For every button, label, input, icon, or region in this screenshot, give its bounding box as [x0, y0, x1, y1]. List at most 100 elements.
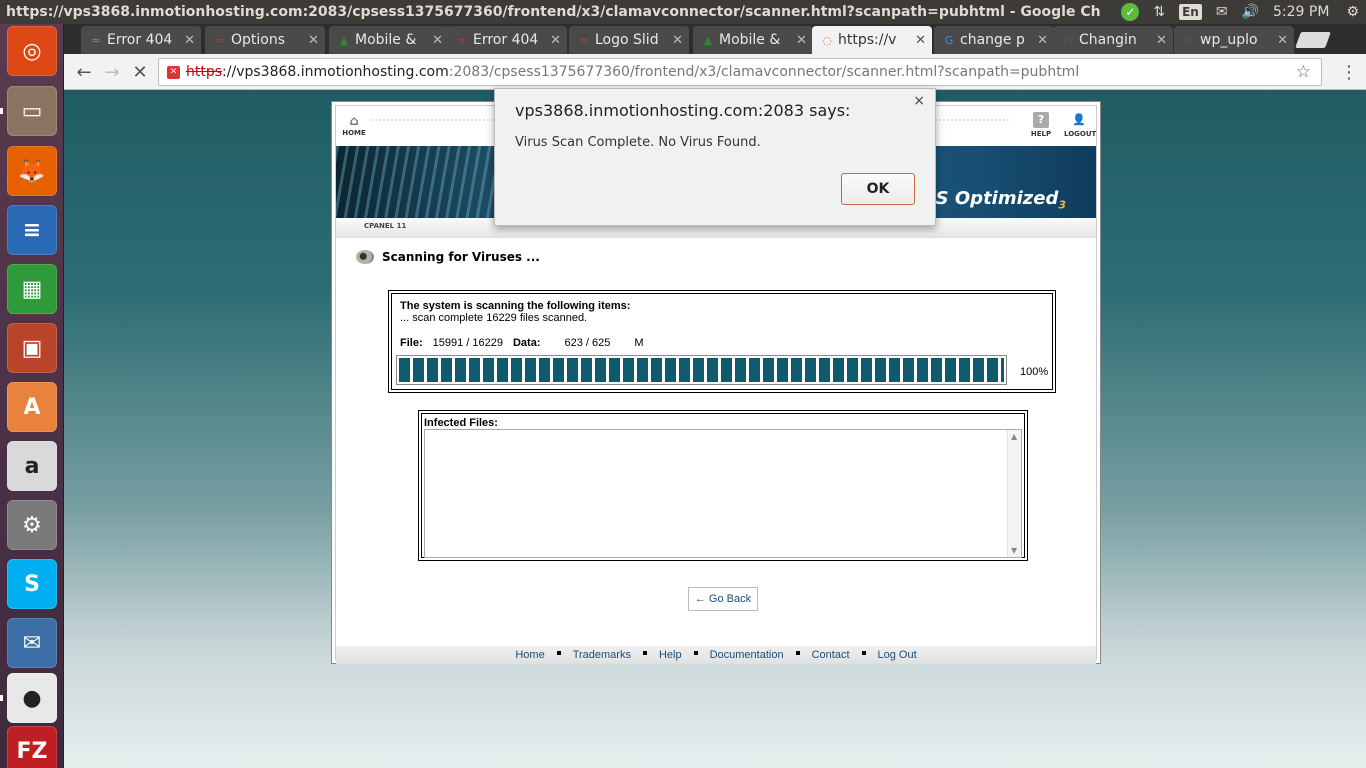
keyboard-layout-indicator[interactable]: En [1172, 0, 1209, 24]
home-icon: ⌂ [349, 114, 359, 129]
data-count: 623 / 625 [564, 337, 611, 349]
tab-close-icon[interactable]: ✕ [550, 33, 561, 48]
back-button[interactable]: ← [72, 60, 96, 84]
close-icon: ✕ [132, 61, 148, 83]
back-arrow-icon: ← [76, 61, 92, 83]
footer-link-home[interactable]: Home [503, 649, 556, 661]
scan-status-inner: The system is scanning the following ite… [391, 293, 1053, 390]
amazon-icon[interactable]: a [7, 441, 57, 491]
loading-spinner-icon: ◌ [822, 33, 832, 47]
mail-indicator[interactable]: ✉ [1209, 0, 1235, 24]
tab-label: Logo Slid [595, 32, 659, 48]
tab-close-icon[interactable]: ✕ [796, 33, 807, 48]
update-indicator[interactable]: ✓ [1114, 0, 1146, 24]
software-center-icon[interactable]: A [7, 382, 57, 432]
keyboard-layout-label: En [1179, 4, 1202, 20]
clock[interactable]: 5:29 PM [1266, 0, 1339, 24]
footer-link-trademarks[interactable]: Trademarks [561, 649, 643, 661]
infected-files-inner: Infected Files: ▲ ▼ [421, 413, 1025, 558]
checkmark-icon: ✓ [1121, 3, 1140, 21]
running-indicator [0, 108, 3, 114]
tab-close-icon[interactable]: ✕ [672, 33, 683, 48]
insecure-lock-icon[interactable]: ✕ [167, 65, 180, 79]
home-link[interactable]: ⌂ HOME [340, 114, 368, 137]
dialog-message: Virus Scan Complete. No Virus Found. [515, 135, 761, 150]
system-settings-icon[interactable]: ⚙ [7, 500, 57, 550]
writer-icon[interactable]: ≡ [7, 205, 57, 255]
tab-close-icon[interactable]: ✕ [1037, 33, 1048, 48]
browser-tab[interactable]: ▲ Mobile & ✕ [329, 26, 449, 54]
bookmark-star-icon[interactable]: ☆ [1296, 62, 1311, 82]
top-panel: https://vps3868.inmotionhosting.com:2083… [0, 0, 1366, 24]
footer-link-documentation[interactable]: Documentation [698, 649, 796, 661]
firefox-icon[interactable]: 🦊 [7, 146, 57, 196]
browser-tab[interactable]: ≈ Error 404 ✕ [81, 26, 201, 54]
browser-tab[interactable]: ◌ https://v ✕ [812, 26, 932, 54]
tab-close-icon[interactable]: ✕ [1277, 33, 1288, 48]
url-host: ://vps3868.inmotionhosting.com [222, 64, 449, 80]
browser-tab[interactable]: W Changin ✕ [1053, 26, 1173, 54]
impress-icon[interactable]: ▣ [7, 323, 57, 373]
address-bar[interactable]: ✕ https ://vps3868.inmotionhosting.com :… [158, 58, 1322, 86]
status-subtext: ... scan complete 16229 files scanned. [400, 312, 588, 324]
skype-icon[interactable]: S [7, 559, 57, 609]
home-label: HOME [342, 129, 366, 137]
calc-icon[interactable]: ▦ [7, 264, 57, 314]
help-icon: ? [1033, 112, 1049, 128]
chrome-icon[interactable]: ● [7, 673, 57, 723]
tab-close-icon[interactable]: ✕ [915, 33, 926, 48]
help-label: HELP [1030, 130, 1052, 138]
tab-label: Changin [1079, 32, 1137, 48]
browser-tab[interactable]: ≈ Error 404 ✕ [447, 26, 567, 54]
tab-label: Mobile & [719, 32, 781, 48]
go-back-button[interactable]: ← Go Back [688, 587, 758, 611]
url-scheme: https [186, 64, 223, 80]
footer-link-log-out[interactable]: Log Out [866, 649, 929, 661]
network-indicator[interactable]: ⇅ [1146, 0, 1172, 24]
sound-indicator[interactable]: 🔊 [1235, 0, 1266, 24]
tab-label: Mobile & [355, 32, 417, 48]
infected-files-scrollbar[interactable]: ▲ ▼ [1007, 430, 1021, 557]
browser-tab[interactable]: Gchange p ✕ [934, 26, 1054, 54]
running-indicator [0, 695, 3, 701]
envelope-icon: ✉ [1215, 4, 1228, 20]
ok-button[interactable]: OK [841, 173, 915, 205]
forward-arrow-icon: → [104, 61, 120, 83]
page-title: Scanning for Viruses ... [356, 250, 540, 264]
dialog-close-icon[interactable]: × [913, 93, 925, 109]
tab-close-icon[interactable]: ✕ [432, 33, 443, 48]
infected-files-label: Infected Files: [424, 417, 498, 429]
help-link[interactable]: ? HELP [1026, 112, 1056, 138]
alert-dialog: vps3868.inmotionhosting.com:2083 says: ×… [494, 88, 936, 226]
chrome-menu-icon[interactable]: ⋮ [1340, 62, 1358, 83]
stop-button[interactable]: ✕ [128, 60, 152, 84]
thunderbird-icon[interactable]: ✉ [7, 618, 57, 668]
scanner-eye-icon [356, 250, 374, 264]
footer-nav: Home Trademarks Help Documentation Contact Lo… [336, 646, 1096, 664]
footer-link-contact[interactable]: Contact [800, 649, 862, 661]
files-icon[interactable]: ▭ [7, 86, 57, 136]
logout-link[interactable]: 👤 LOGOUT [1064, 112, 1096, 138]
session-indicator[interactable]: ⚙ [1339, 0, 1366, 24]
filezilla-icon[interactable]: FZ [7, 726, 57, 768]
progress-bar [396, 355, 1007, 385]
browser-tab[interactable]: Wwp_uplo ✕ [1174, 26, 1294, 54]
tab-close-icon[interactable]: ✕ [184, 33, 195, 48]
scroll-down-icon[interactable]: ▼ [1011, 546, 1017, 555]
browser-tab[interactable]: ≈ Logo Slid ✕ [569, 26, 689, 54]
browser-tab[interactable]: ▲ Mobile & ✕ [693, 26, 813, 54]
scroll-up-icon[interactable]: ▲ [1011, 432, 1017, 441]
scan-status-box: The system is scanning the following ite… [388, 290, 1056, 393]
indicator-area: ✓ ⇅ En ✉ 🔊 5:29 PM ⚙ [1114, 0, 1366, 24]
ubuntu-dash-icon[interactable]: ◎ [7, 26, 57, 76]
tab-close-icon[interactable]: ✕ [308, 33, 319, 48]
wordpress-icon: W [1183, 33, 1195, 47]
infected-files-list[interactable]: ▲ ▼ [424, 429, 1022, 558]
tab-close-icon[interactable]: ✕ [1156, 33, 1167, 48]
browser-tab[interactable]: ≈ Options ✕ [205, 26, 325, 54]
footer-link-help[interactable]: Help [647, 649, 694, 661]
tab-label: https://v [838, 32, 897, 48]
forward-button[interactable]: → [100, 60, 124, 84]
infected-files-box: Infected Files: ▲ ▼ [418, 410, 1028, 561]
new-tab-button[interactable] [1295, 32, 1331, 48]
